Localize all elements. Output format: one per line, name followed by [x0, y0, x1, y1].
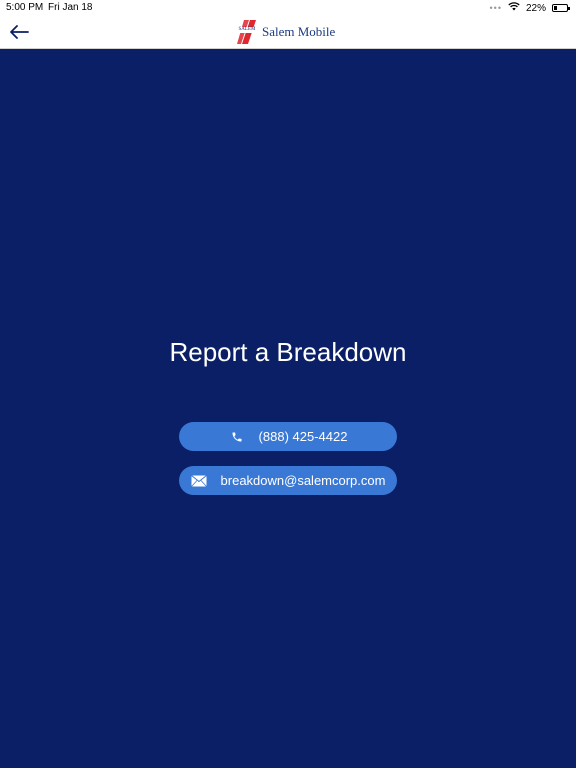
main-content: Report a Breakdown (888) 425-4422 breakd…	[0, 49, 576, 768]
logo-text: SALEM	[236, 27, 258, 33]
status-bar: 5:00 PM Fri Jan 18 ••• 22%	[0, 0, 576, 16]
page-title: Report a Breakdown	[169, 337, 407, 367]
status-indicators: ••• 22%	[489, 2, 570, 14]
battery-icon	[552, 4, 570, 12]
call-phone-button[interactable]: (888) 425-4422	[179, 422, 397, 451]
phone-number: (888) 425-4422	[258, 429, 348, 444]
envelope-icon	[190, 473, 207, 489]
back-button[interactable]	[6, 19, 32, 45]
send-email-button[interactable]: breakdown@salemcorp.com	[179, 466, 397, 495]
multitasking-dots-icon: •••	[489, 3, 502, 13]
battery-percentage: 22%	[525, 2, 546, 14]
navigation-bar: SALEM Salem Mobile	[0, 16, 576, 49]
salem-logo-icon: SALEM	[236, 19, 258, 45]
wifi-icon	[508, 2, 520, 14]
phone-icon	[229, 429, 245, 445]
brand: SALEM Salem Mobile	[236, 19, 335, 45]
status-date: Fri Jan 18	[48, 2, 93, 13]
email-address: breakdown@salemcorp.com	[220, 473, 386, 488]
status-time: 5:00 PM	[6, 2, 44, 13]
arrow-left-icon	[10, 25, 29, 39]
app-title: Salem Mobile	[262, 24, 336, 39]
